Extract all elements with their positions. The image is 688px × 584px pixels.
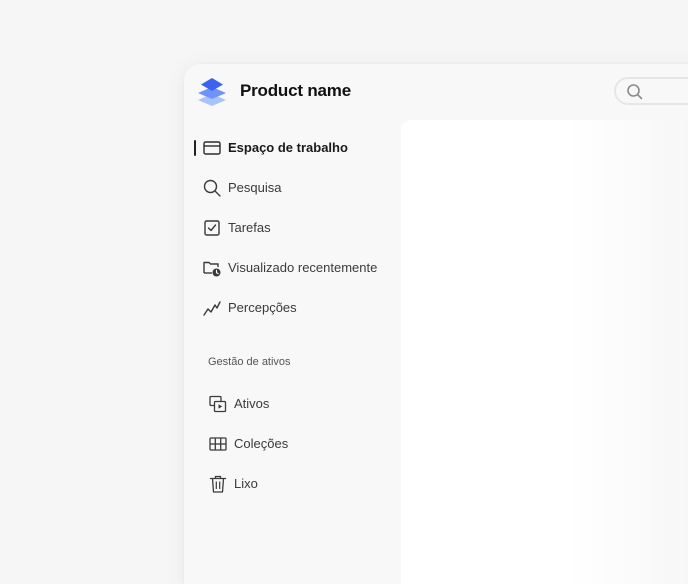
product-name: Product name [240,81,351,100]
layers-logo-icon[interactable] [195,76,229,108]
sidebar-item-label: Pesquisa [228,180,282,195]
sidebar-item-insights[interactable]: Percepções [184,288,400,328]
sidebar-item-search[interactable]: Pesquisa [184,168,400,208]
header-search-field[interactable] [614,77,688,105]
asset-management-nav: Ativos Coleções Lixo [190,384,400,504]
sidebar-item-recent[interactable]: Visualizado recentemente [184,248,400,288]
assets-icon [208,394,228,414]
active-indicator [194,140,196,156]
sidebar-item-workspace[interactable]: Espaço de trabalho [184,128,400,168]
header: Product name [184,64,688,120]
sidebar-item-tasks[interactable]: Tarefas [184,208,400,248]
sidebar-item-label: Coleções [234,436,289,451]
sidebar-item-assets[interactable]: Ativos [190,384,400,424]
sidebar-item-collections[interactable]: Coleções [190,424,400,464]
grid-icon [208,434,228,454]
trend-icon [202,298,222,318]
workspace-icon [202,138,222,158]
sidebar-item-trash[interactable]: Lixo [190,464,400,504]
main-content-panel [401,120,688,584]
trash-icon [208,474,228,494]
app-window: Product name Espaço de trabalho Pesquisa… [184,64,688,584]
sidebar-item-label: Ativos [234,396,270,411]
sidebar-item-label: Percepções [228,300,297,315]
sidebar-item-label: Lixo [234,476,258,491]
search-icon [202,178,222,198]
sidebar-item-label: Espaço de trabalho [228,140,348,155]
sidebar-item-label: Visualizado recentemente [228,260,378,275]
folder-clock-icon [202,258,222,278]
search-icon [627,84,643,100]
section-heading-asset-management: Gestão de ativos [208,356,291,368]
checkbox-icon [202,218,222,238]
sidebar-item-label: Tarefas [228,220,271,235]
sidebar-nav: Espaço de trabalho Pesquisa Tarefas Visu… [184,128,400,328]
